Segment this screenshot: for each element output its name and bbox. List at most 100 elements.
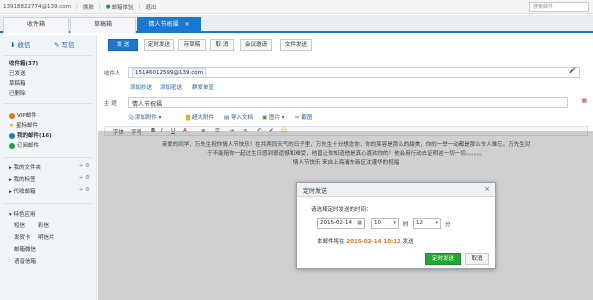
image-icon: ▣ bbox=[262, 115, 268, 121]
sidebar-app-voice[interactable]: 语音信箱 bbox=[14, 257, 36, 265]
paperclip-icon: 📎 bbox=[128, 115, 135, 121]
account-email[interactable]: 13918822774@139.com bbox=[3, 4, 71, 10]
sidebar-app-sms[interactable]: 短信 bbox=[14, 221, 25, 229]
add-folder-icon[interactable]: + ⚙ bbox=[79, 163, 90, 169]
sidebar-apps-title[interactable]: ▾ 特色应用 bbox=[9, 210, 36, 218]
sidebar-item-label: 星标邮件 bbox=[15, 123, 38, 129]
note-prefix: 本邮件将在 bbox=[317, 239, 345, 245]
scissors-icon: ✂ bbox=[295, 115, 300, 121]
sidebar-app-postcard[interactable]: 明信片 bbox=[38, 233, 55, 241]
tab-label: 情人节祝福 bbox=[148, 21, 179, 28]
sidebar-item-sent[interactable]: 已发送 bbox=[9, 69, 26, 77]
file-send-button[interactable]: 文件发送 bbox=[280, 39, 312, 51]
attach-label: 添加附件 bbox=[134, 115, 157, 121]
sidebar-item-label: 我的邮件(16) bbox=[17, 133, 52, 139]
save-draft-button[interactable]: 存草稿 bbox=[178, 39, 206, 51]
sidebar: ⬇ 收信 ✎ 写信 收件箱(37) 已发送 草稿箱 已删除 VIP邮件 ★ 星标邮… bbox=[0, 35, 97, 300]
dialog-cancel-button[interactable]: 取消 bbox=[465, 253, 489, 265]
vip-icon bbox=[9, 112, 15, 119]
receive-label: 收信 bbox=[17, 41, 31, 49]
mail-search-input[interactable]: 搜索邮件 bbox=[529, 2, 589, 12]
sidebar-app-card[interactable]: 发贺卡 bbox=[14, 233, 31, 241]
sidebar-item-drafts[interactable]: 草稿箱 bbox=[9, 79, 26, 87]
divider bbox=[4, 103, 92, 104]
cancel-button[interactable]: 取 消 bbox=[210, 39, 234, 51]
divider bbox=[4, 55, 92, 56]
confirm-timed-send-button[interactable]: 定时发送 bbox=[425, 253, 461, 265]
big-attachment-link[interactable]: ▇ 超大附件 bbox=[186, 113, 214, 121]
screenshot-link[interactable]: ✂ 截图 bbox=[295, 113, 312, 121]
sidebar-item-subscribe[interactable]: 订阅邮件 bbox=[9, 141, 39, 149]
shield-icon: ● bbox=[105, 3, 111, 10]
picture-link[interactable]: ▣ 图片 ▾ bbox=[262, 113, 284, 121]
receive-button[interactable]: ⬇ 收信 bbox=[10, 39, 31, 52]
group-send-link[interactable]: 群发单显 bbox=[192, 83, 214, 91]
sidebar-item-label: 订阅邮件 bbox=[17, 143, 40, 149]
note-time: 2015-02-14 10:12 bbox=[346, 239, 401, 245]
dialog-title: 定时发送 bbox=[303, 188, 328, 195]
date-picker[interactable]: 2015-02-14 ▦ bbox=[317, 218, 365, 229]
tab-compose[interactable]: 情人节祝福 × bbox=[137, 17, 201, 33]
search-placeholder: 搜索邮件 bbox=[533, 4, 554, 10]
sidebar-item-inbox[interactable]: 收件箱(37) bbox=[9, 59, 38, 67]
chevron-down-icon: ▾ bbox=[393, 220, 396, 226]
big-attach-label: 超大附件 bbox=[191, 115, 214, 121]
sidebar-item-collect[interactable]: ▸ 代收邮箱 bbox=[9, 187, 36, 195]
dialog-header: 定时发送 × bbox=[297, 183, 495, 197]
separator: | bbox=[138, 3, 141, 10]
recipient-chip[interactable]: 15146012599@139.com bbox=[132, 68, 206, 78]
sidebar-item-label: 代收邮箱 bbox=[13, 189, 36, 195]
sidebar-item-deleted[interactable]: 已删除 bbox=[9, 89, 26, 97]
timed-send-button[interactable]: 定时发送 bbox=[144, 39, 174, 51]
sidebar-item-label: 我的文件夹 bbox=[13, 165, 42, 171]
send-button[interactable]: 发 送 bbox=[108, 39, 138, 51]
sidebar-item-my-folders[interactable]: ▸ 我的文件夹 bbox=[9, 163, 41, 171]
sidebar-item-label: VIP邮件 bbox=[17, 113, 37, 119]
hour-unit: 时 bbox=[403, 222, 409, 228]
divider bbox=[4, 203, 92, 204]
sidebar-app-mms[interactable]: 彩信 bbox=[38, 221, 49, 229]
hour-select[interactable]: 10 ▾ bbox=[371, 218, 399, 229]
switch-skin-link[interactable]: 换肤 bbox=[83, 3, 94, 11]
import-doc-link[interactable]: ▤ 导入文档 bbox=[224, 113, 253, 121]
minute-value: 12 bbox=[416, 220, 423, 226]
import-label: 导入文档 bbox=[230, 115, 253, 121]
screenshot-label: 截图 bbox=[301, 115, 313, 121]
tab-drafts[interactable]: 草稿箱 bbox=[70, 17, 136, 33]
pencil-icon: ✎ bbox=[54, 41, 62, 49]
tab-bar: 收件箱 草稿箱 情人节祝福 × bbox=[0, 15, 593, 33]
divider bbox=[4, 157, 92, 158]
recipient-label: 收件人 bbox=[104, 71, 121, 77]
add-cc-link[interactable]: 添加抄送 bbox=[130, 83, 152, 91]
schedule-note: 本邮件将在 2015-02-14 10:12 发送 bbox=[317, 237, 414, 245]
add-bcc-link[interactable]: 添加密送 bbox=[160, 83, 182, 91]
close-tab-icon[interactable]: × bbox=[184, 21, 189, 28]
security-link[interactable]: 邮箱体验 bbox=[112, 3, 134, 11]
sidebar-item-vip[interactable]: VIP邮件 bbox=[9, 111, 37, 119]
subject-label: 主 题 bbox=[104, 101, 117, 107]
microphone-icon[interactable]: 🎤 bbox=[569, 68, 576, 74]
logout-link[interactable]: 退出 bbox=[145, 3, 156, 11]
minute-select[interactable]: 12 ▾ bbox=[413, 218, 441, 229]
date-value: 2015-02-14 bbox=[320, 220, 352, 226]
color-grid-icon[interactable]: ▦ bbox=[582, 98, 587, 104]
compose-button[interactable]: ✎ 写信 bbox=[54, 39, 75, 52]
sidebar-app-wechat[interactable]: 邮箱微信 bbox=[14, 245, 36, 253]
tab-inbox[interactable]: 收件箱 bbox=[3, 17, 69, 33]
top-bar: 13918822774@139.com | 换肤 | ● 邮箱体验 | 退出 bbox=[0, 0, 593, 14]
star-icon: ★ bbox=[9, 123, 14, 129]
sidebar-item-label: 特色应用 bbox=[13, 212, 36, 218]
add-collect-icon[interactable]: + ⚙ bbox=[79, 187, 90, 193]
sidebar-item-my-mail[interactable]: 我的邮件(16) bbox=[9, 131, 52, 139]
subject-value: 情人节祝福 bbox=[132, 101, 163, 108]
meeting-invite-button[interactable]: 会议邀请 bbox=[240, 39, 272, 51]
note-suffix: 发送 bbox=[402, 239, 414, 245]
sidebar-item-starred[interactable]: ★ 星标邮件 bbox=[9, 121, 38, 129]
add-tag-icon[interactable]: + ⚙ bbox=[79, 175, 90, 181]
compose-toolbar: 发 送 定时发送 存草稿 取 消 会议邀请 文件发送 bbox=[98, 37, 593, 53]
close-icon[interactable]: × bbox=[484, 185, 490, 193]
subject-field[interactable]: 情人节祝福 bbox=[128, 97, 568, 108]
sidebar-item-my-tags[interactable]: ▸ 我的标签 bbox=[9, 175, 36, 183]
add-attachment-link[interactable]: 📎添加附件 ▾ bbox=[128, 113, 161, 121]
compose-label: 写信 bbox=[61, 41, 75, 49]
